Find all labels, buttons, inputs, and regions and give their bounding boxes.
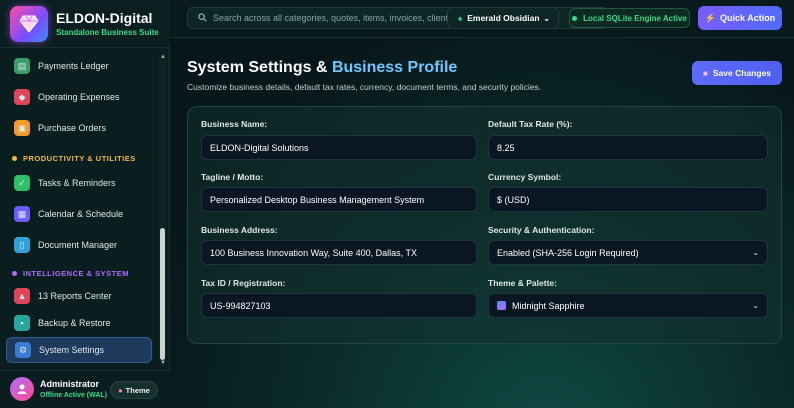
page-title-main: System Settings & [187,59,332,76]
tagline-value: Personalized Desktop Business Management… [210,194,425,205]
sidebar-item-label: Purchase Orders [38,123,107,133]
chevron-down-icon: ⌄ [752,248,759,257]
user-name: Administrator [40,379,100,389]
calendar-icon: ▦ [14,206,30,222]
save-changes-button[interactable]: ■ Save Changes [692,61,782,85]
sidebar-item-label: Operating Expenses [38,92,120,102]
tax-id-label: Tax ID / Registration: [201,278,286,288]
sidebar-item-label: 13 Reports Center [38,291,112,301]
sidebar-item-backup[interactable]: ▪ Backup & Restore [6,310,152,336]
palette-icon: ● [118,385,123,395]
engine-status-badge: Local SQLite Engine Active [569,8,690,28]
search-icon [198,12,207,24]
theme-button-label: Theme [125,385,150,395]
currency-input[interactable]: $ (USD) [488,187,768,212]
sidebar-item-documents[interactable]: ▯ Document Manager [6,232,152,258]
save-icon: ■ [703,68,708,78]
sidebar-scroll-thumb[interactable] [160,228,165,360]
user-icon [17,384,27,394]
tax-rate-label: Default Tax Rate (%): [488,119,573,129]
address-label: Business Address: [201,225,278,235]
status-dot-icon [572,15,578,21]
engine-status-text: Local SQLite Engine Active [583,13,687,23]
expenses-icon: ◆ [14,89,30,105]
tax-rate-value: 8.25 [497,142,515,153]
theme-select[interactable]: ♠ Emerald Obsidian ⌄ [447,7,559,29]
purchase-order-icon: ▣ [14,120,30,136]
floppy-disk-icon: ▪ [14,315,30,331]
gem-icon [497,301,506,310]
ledger-icon: ▤ [14,58,30,74]
sidebar-item-label: Payments Ledger [38,61,109,71]
address-input[interactable]: 100 Business Innovation Way, Suite 400, … [201,240,477,265]
sidebar-item-system-settings[interactable]: ⚙ System Settings [6,337,152,363]
security-select[interactable]: Enabled (SHA-256 Login Required) ⌄ [488,240,768,265]
quick-action-button[interactable]: ⚡ Quick Action [698,6,782,30]
palette-value: Midnight Sapphire [512,300,585,311]
page-title: System Settings & Business Profile [187,59,457,77]
section-intelligence: INTELLIGENCE & SYSTEM [12,269,129,278]
palette-label: Theme & Palette: [488,278,557,288]
sidebar-item-label: Backup & Restore [38,318,111,328]
theme-toggle-button[interactable]: ● Theme [110,381,158,399]
sidebar-item-label: Tasks & Reminders [38,178,116,188]
section-productivity: PRODUCTIVITY & UTILITIES [12,154,136,163]
tax-id-value: US-994827103 [210,300,271,311]
section-dot-icon [12,271,17,276]
brand-header: ELDON-Digital Standalone Business Suite [0,0,170,48]
section-label: INTELLIGENCE & SYSTEM [23,269,129,278]
quick-action-label: Quick Action [720,13,776,23]
business-name-input[interactable]: ELDON-Digital Solutions [201,135,477,160]
lightning-icon: ⚡ [704,12,717,23]
app-subtitle: Standalone Business Suite [56,28,159,37]
chart-icon: ▲ [14,288,30,304]
address-value: 100 Business Innovation Way, Suite 400, … [210,247,417,258]
sidebar: ELDON-Digital Standalone Business Suite … [0,0,170,408]
sidebar-item-label: Document Manager [38,240,118,250]
tagline-label: Tagline / Motto: [201,172,264,182]
checkbox-icon: ✓ [14,175,30,191]
sidebar-item-calendar[interactable]: ▦ Calendar & Schedule [6,201,152,227]
user-status: Offline Active (WAL) [40,392,108,399]
section-label: PRODUCTIVITY & UTILITIES [23,154,136,163]
save-button-label: Save Changes [712,68,771,78]
currency-label: Currency Symbol: [488,172,562,182]
theme-select-value: Emerald Obsidian [467,13,540,23]
main-content: System Settings & Business Profile Custo… [170,38,794,408]
sidebar-item-label: System Settings [39,345,105,355]
currency-value: $ (USD) [497,194,530,205]
business-name-value: ELDON-Digital Solutions [210,142,309,153]
tax-rate-input[interactable]: 8.25 [488,135,768,160]
chevron-down-icon: ⌄ [752,301,759,310]
scroll-down-icon[interactable]: ▼ [160,360,166,366]
sidebar-item-reports[interactable]: ▲ 13 Reports Center [6,283,152,309]
palette-select[interactable]: Midnight Sapphire ⌄ [488,293,768,318]
sidebar-item-operating-expenses[interactable]: ◆ Operating Expenses [6,84,152,110]
business-name-label: Business Name: [201,119,268,129]
sidebar-nav: ▤ Payments Ledger ◆ Operating Expenses ▣… [0,48,170,368]
diamond-logo-icon [10,6,48,42]
security-label: Security & Authentication: [488,225,595,235]
leaf-icon: ♠ [458,13,463,23]
tax-id-input[interactable]: US-994827103 [201,293,477,318]
app-title: ELDON-Digital [56,10,153,26]
sidebar-item-purchase-orders[interactable]: ▣ Purchase Orders [6,115,152,141]
tagline-input[interactable]: Personalized Desktop Business Management… [201,187,477,212]
user-panel: Administrator Offline Active (WAL) ● The… [0,370,170,408]
sidebar-item-tasks[interactable]: ✓ Tasks & Reminders [6,170,152,196]
avatar[interactable] [10,377,34,401]
gear-icon: ⚙ [15,342,31,358]
security-value: Enabled (SHA-256 Login Required) [497,247,639,258]
document-icon: ▯ [14,237,30,253]
sidebar-item-label: Calendar & Schedule [38,209,124,219]
settings-form-card: Business Name: ELDON-Digital Solutions D… [187,106,782,344]
page-subtitle: Customize business details, default tax … [187,82,542,92]
page-title-accent: Business Profile [331,59,458,76]
sidebar-item-payments-ledger[interactable]: ▤ Payments Ledger [6,53,152,79]
top-bar: ♠ Emerald Obsidian ⌄ Local SQLite Engine… [170,0,794,38]
section-dot-icon [12,156,17,161]
chevron-down-icon: ⌄ [543,13,550,23]
scroll-up-icon[interactable]: ▲ [160,54,166,60]
